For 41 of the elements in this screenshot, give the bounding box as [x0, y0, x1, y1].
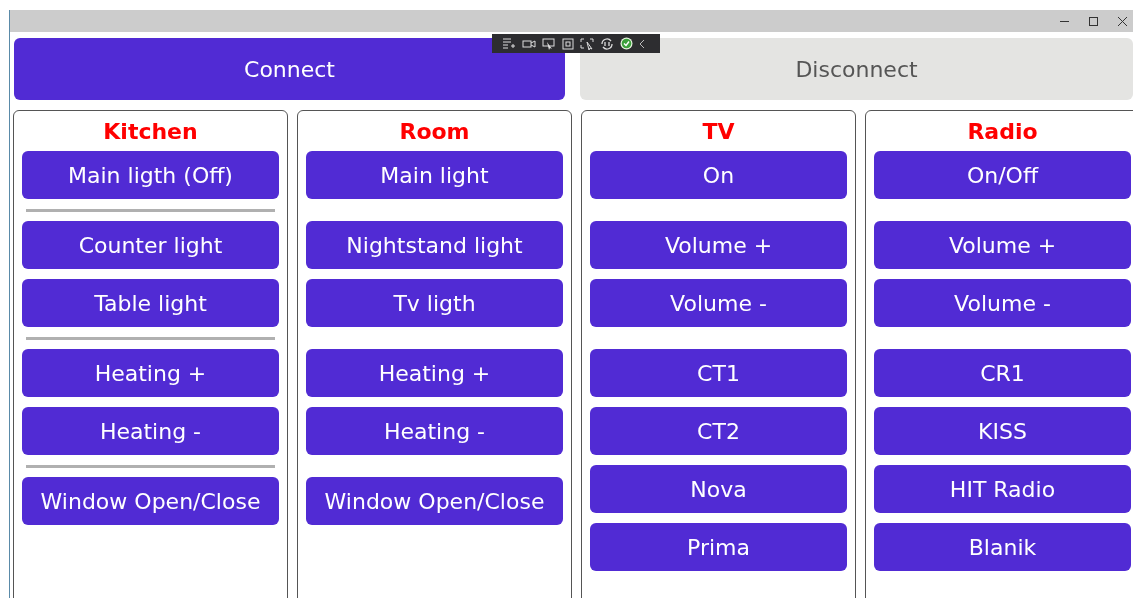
command-button[interactable]: Volume -: [874, 279, 1131, 327]
command-button[interactable]: Heating -: [306, 407, 563, 455]
command-button[interactable]: Blanik: [874, 523, 1131, 571]
command-button[interactable]: CT1: [590, 349, 847, 397]
command-button[interactable]: Main light: [306, 151, 563, 199]
sync-icon[interactable]: [600, 37, 614, 50]
toggle-button[interactable]: Connect: [14, 38, 565, 100]
command-button[interactable]: Volume +: [590, 221, 847, 269]
close-icon[interactable]: [1118, 16, 1127, 26]
command-button[interactable]: Heating -: [22, 407, 279, 455]
command-button[interactable]: Window Open/Close: [22, 477, 279, 525]
command-button[interactable]: Volume +: [874, 221, 1131, 269]
check-icon[interactable]: [620, 37, 633, 50]
command-button[interactable]: Table light: [22, 279, 279, 327]
command-button[interactable]: CR1: [874, 349, 1131, 397]
command-button[interactable]: Counter light: [22, 221, 279, 269]
frame-icon[interactable]: [562, 37, 574, 50]
command-button[interactable]: Nova: [590, 465, 847, 513]
command-button[interactable]: On/Off: [874, 151, 1131, 199]
list-icon[interactable]: [502, 37, 516, 50]
panel-title: TV: [702, 117, 735, 146]
command-button[interactable]: HIT Radio: [874, 465, 1131, 513]
chevron-icon[interactable]: [639, 38, 645, 49]
command-button[interactable]: CT2: [590, 407, 847, 455]
command-button[interactable]: Window Open/Close: [306, 477, 563, 525]
command-button[interactable]: Heating +: [306, 349, 563, 397]
command-button[interactable]: Volume -: [590, 279, 847, 327]
camera-icon[interactable]: [522, 37, 536, 50]
command-button[interactable]: Main ligth (Off): [22, 151, 279, 199]
select-icon[interactable]: [580, 37, 594, 50]
command-button[interactable]: Tv ligth: [306, 279, 563, 327]
command-button[interactable]: Nightstand light: [306, 221, 563, 269]
command-button[interactable]: Prima: [590, 523, 847, 571]
panel-title: Radio: [967, 117, 1038, 146]
command-button[interactable]: Heating +: [22, 349, 279, 397]
panel-title: Room: [399, 117, 470, 146]
panel-title: Kitchen: [103, 117, 198, 146]
command-button[interactable]: On: [590, 151, 847, 199]
maximize-icon[interactable]: [1089, 16, 1098, 26]
cursor-icon[interactable]: [542, 37, 556, 50]
command-button[interactable]: KISS: [874, 407, 1131, 455]
